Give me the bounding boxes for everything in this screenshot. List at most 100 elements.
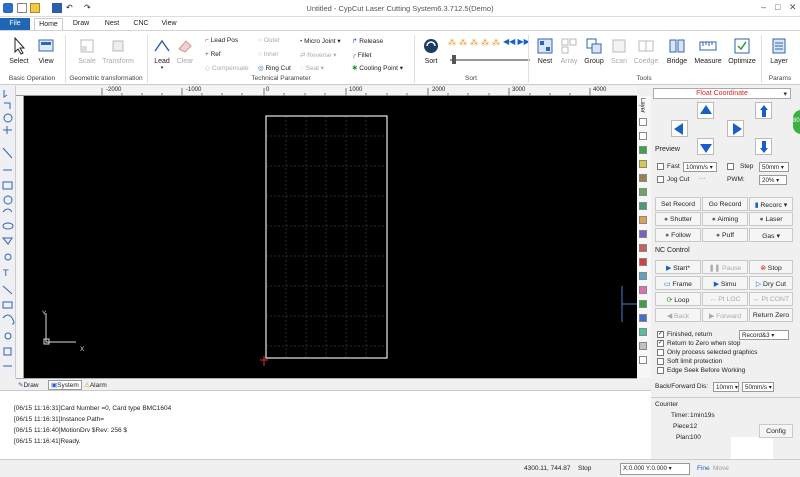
- follow-button[interactable]: ● Follow: [655, 228, 701, 242]
- pt-cont-button[interactable]: ↔ Pt CONT: [749, 292, 793, 306]
- tab-view[interactable]: View: [158, 18, 180, 30]
- layer-swatch[interactable]: [639, 160, 647, 168]
- layer-swatch[interactable]: [639, 314, 647, 322]
- drawing-canvas[interactable]: Y X: [24, 96, 637, 378]
- nest-button[interactable]: Nest: [534, 37, 556, 65]
- lead-button[interactable]: Lead ▾: [152, 37, 172, 71]
- step-select[interactable]: 50mm ▾: [759, 162, 789, 172]
- tab-draw[interactable]: Draw: [69, 18, 93, 30]
- sort-slider-track[interactable]: [450, 59, 530, 61]
- finished-return-checkbox[interactable]: ✓: [657, 331, 664, 338]
- gas-select[interactable]: Gas ▾: [749, 228, 793, 242]
- config-button[interactable]: Config: [759, 424, 793, 438]
- layer-swatch[interactable]: [639, 244, 647, 252]
- only-selected-checkbox[interactable]: [657, 349, 664, 356]
- layer-swatch[interactable]: [639, 342, 647, 350]
- finished-target-select[interactable]: Record&3 ▾: [739, 330, 789, 340]
- simu-button[interactable]: ▶ Simu: [702, 276, 748, 290]
- aiming-button[interactable]: ● Aiming: [702, 212, 748, 226]
- scan-button[interactable]: Scan: [608, 37, 630, 65]
- layer-swatch[interactable]: [639, 272, 647, 280]
- layer-swatch[interactable]: [639, 202, 647, 210]
- jog-cut-checkbox[interactable]: [657, 176, 664, 183]
- release-button[interactable]: ↱ Release: [352, 37, 383, 45]
- laser-button[interactable]: ● Laser: [749, 212, 793, 226]
- bf-speed-select[interactable]: 50mm/s ▾: [742, 382, 774, 392]
- sort-button[interactable]: Sort: [420, 37, 442, 65]
- layer-swatch[interactable]: [639, 118, 647, 126]
- tab-alarm[interactable]: ⚠Alarm: [84, 381, 107, 389]
- go-record-button[interactable]: Go Record: [702, 197, 748, 211]
- dry-cut-button[interactable]: ▷ Dry Cut: [749, 276, 793, 290]
- return-zero-button[interactable]: Return Zero: [749, 308, 793, 322]
- preview-button[interactable]: Preview: [655, 146, 685, 157]
- layer-swatch[interactable]: [639, 300, 647, 308]
- measure-button[interactable]: Measure: [692, 37, 724, 65]
- pause-button[interactable]: ❚❚ Pause: [702, 260, 748, 274]
- layer-swatch[interactable]: [639, 174, 647, 182]
- optimize-button[interactable]: Optimize: [726, 37, 758, 65]
- pwm-select[interactable]: 20% ▾: [759, 175, 787, 185]
- draw-tool-icons[interactable]: T: [0, 86, 16, 378]
- jog-cut-settings-button[interactable]: ···: [699, 175, 706, 182]
- record-select[interactable]: ▮ Recorc ▾: [749, 197, 793, 211]
- return-zero-stop-checkbox[interactable]: ✓: [657, 340, 664, 347]
- fast-checkbox[interactable]: [657, 163, 664, 170]
- group-button[interactable]: Group: [582, 37, 606, 65]
- minimize-button[interactable]: –: [761, 2, 766, 12]
- select-button[interactable]: Select: [6, 36, 32, 65]
- layer-button[interactable]: Layer: [765, 37, 793, 65]
- move-mode[interactable]: Move: [713, 465, 729, 472]
- scale-button[interactable]: Scale: [74, 37, 100, 65]
- layer-swatch[interactable]: [639, 328, 647, 336]
- layer-swatch[interactable]: [639, 188, 647, 196]
- z-up-button[interactable]: [755, 102, 772, 119]
- tab-nest[interactable]: Nest: [101, 18, 123, 30]
- cooling-point-button[interactable]: ✱ Cooling Point ▾: [352, 64, 403, 72]
- layer-swatch[interactable]: [639, 132, 647, 140]
- jog-up-button[interactable]: [697, 102, 714, 119]
- pt-loc-button[interactable]: ↔ Pt LOC: [702, 292, 748, 306]
- coordinate-mode-select[interactable]: Float Coordinate ▾: [653, 88, 791, 99]
- start-button[interactable]: ▶ Start*: [655, 260, 701, 274]
- fillet-button[interactable]: ╭ Fillet: [352, 51, 371, 59]
- clear-button[interactable]: Clear: [174, 37, 196, 65]
- jog-left-button[interactable]: [671, 120, 688, 137]
- coedge-button[interactable]: Coedge: [632, 37, 660, 65]
- tab-draw-output[interactable]: ✎Draw: [18, 381, 39, 389]
- fast-speed-select[interactable]: 10mm/s ▾: [683, 162, 717, 172]
- bf-dis-select[interactable]: 10mm ▾: [713, 382, 739, 392]
- sort-slider-thumb[interactable]: [452, 55, 456, 64]
- z-down-button[interactable]: [755, 138, 772, 155]
- tab-file[interactable]: File: [0, 18, 30, 30]
- maximize-button[interactable]: □: [775, 2, 780, 12]
- array-button[interactable]: Array: [558, 37, 580, 65]
- tab-cnc[interactable]: CNC: [130, 18, 152, 30]
- ring-cut-button[interactable]: ◎ Ring Cut: [258, 64, 291, 72]
- soft-limit-checkbox[interactable]: [657, 358, 664, 365]
- loop-button[interactable]: ⟳ Loop: [655, 292, 701, 306]
- set-record-button[interactable]: Set Record: [655, 197, 701, 211]
- layer-swatch[interactable]: [639, 356, 647, 364]
- seal-button[interactable]: ◌ Seal ▾: [300, 64, 324, 72]
- view-button[interactable]: View: [34, 37, 58, 65]
- transform-button[interactable]: Transform: [100, 37, 136, 65]
- bridge-button[interactable]: Bridge: [664, 37, 690, 65]
- layer-swatch[interactable]: [639, 230, 647, 238]
- sort-prev-next-icons[interactable]: ◀◀ ▶▶: [503, 37, 530, 46]
- back-button[interactable]: ◀ Back: [655, 308, 701, 322]
- fine-mode[interactable]: Fine: [697, 465, 710, 472]
- jog-right-button[interactable]: [727, 120, 744, 137]
- tab-system[interactable]: ▣System: [48, 380, 82, 390]
- puff-button[interactable]: ● Puff: [702, 228, 748, 242]
- layer-swatch[interactable]: [639, 216, 647, 224]
- shutter-button[interactable]: ● Shutter: [655, 212, 701, 226]
- outer-button[interactable]: ○ Outer: [258, 37, 280, 44]
- reverse-button[interactable]: ⇄ Reverse ▾: [300, 51, 337, 59]
- forward-button[interactable]: ▶ Forward: [702, 308, 748, 322]
- layer-swatch[interactable]: [639, 258, 647, 266]
- jog-down-button[interactable]: [697, 138, 714, 155]
- stop-button[interactable]: ⊗ Stop: [749, 260, 793, 274]
- micro-joint-button[interactable]: • Micro Joint ▾: [300, 37, 341, 45]
- inner-button[interactable]: ○ Inner: [258, 51, 279, 58]
